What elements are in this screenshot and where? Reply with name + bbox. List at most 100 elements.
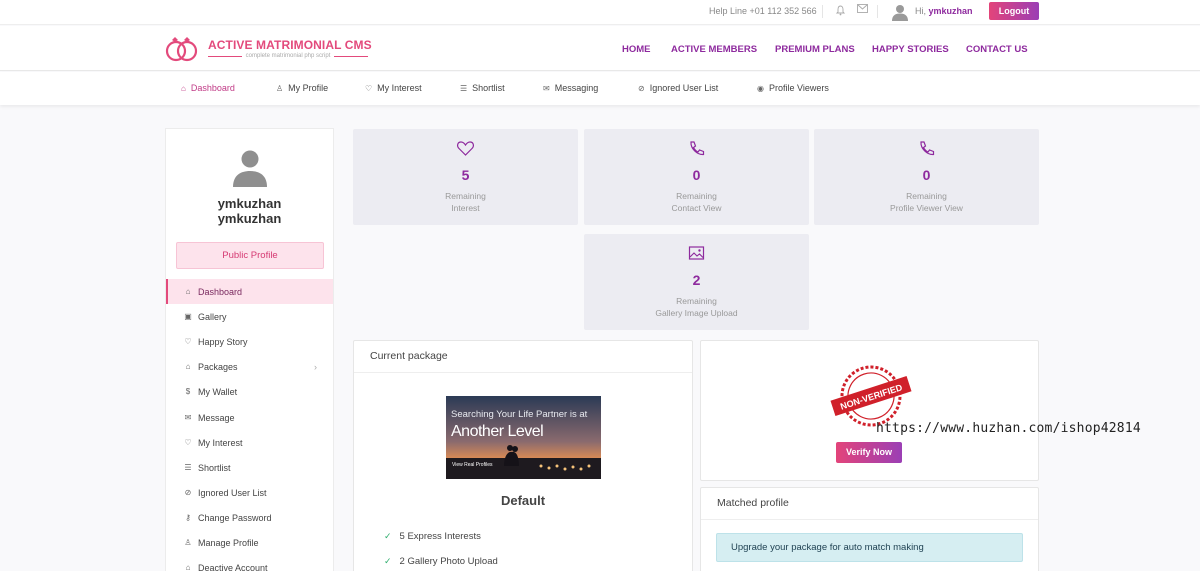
sidebar-item-packages[interactable]: ⌂ Packages ›	[166, 354, 333, 379]
brand-title[interactable]: ACTIVE MATRIMONIAL CMS	[208, 38, 372, 52]
ban-icon: ⊘	[184, 488, 192, 497]
dollar-icon: $	[185, 387, 191, 396]
panel-heading: Current package	[354, 341, 692, 373]
logout-button[interactable]: Logout	[989, 2, 1039, 20]
current-package-panel: Current package Searching Your Life Part…	[353, 340, 693, 571]
eye-icon: ◉	[757, 83, 764, 93]
stat-label: Interest	[451, 203, 480, 213]
site-header: ACTIVE MATRIMONIAL CMS complete matrimon…	[0, 26, 1200, 71]
helpline-text: Help Line +01 112 352 566	[709, 6, 817, 16]
mail-icon: ✉	[543, 83, 550, 93]
non-verified-stamp: NON-VERIFIED	[830, 365, 912, 427]
package-name: Default	[500, 493, 546, 508]
mail-icon: ✉	[184, 413, 192, 422]
sidebar: ymkuzhan ymkuzhan Public Profile ⌂ Dashbo…	[165, 128, 334, 571]
heart-icon: ♡	[365, 83, 373, 93]
stat-value: 2	[692, 272, 701, 288]
sidebar-item-ignored-user-list[interactable]: ⊘ Ignored User List	[166, 480, 333, 505]
package-banner-image: Searching Your Life Partner is at Anothe…	[446, 396, 601, 479]
top-bar: Help Line +01 112 352 566 Hi, ymkuzhan L…	[0, 0, 1200, 25]
nav-home[interactable]: HOME	[622, 44, 651, 55]
check-icon: ✓	[384, 556, 392, 566]
divider	[822, 5, 823, 18]
user-avatar-icon[interactable]	[891, 3, 909, 21]
sidebar-item-message[interactable]: ✉ Message	[166, 405, 333, 430]
ban-icon: ⊘	[638, 83, 645, 93]
brand-subtitle: complete matrimonial php script	[208, 53, 369, 59]
upgrade-alert: Upgrade your package for auto match maki…	[716, 533, 1023, 562]
sidebar-item-shortlist[interactable]: ☰ Shortlist	[166, 455, 333, 480]
banner-headline: Another Level	[451, 423, 544, 440]
nav-premium-plans[interactable]: PREMIUM PLANS	[775, 44, 855, 55]
list-icon: ☰	[184, 463, 192, 472]
sidebar-item-my-wallet[interactable]: $ My Wallet	[166, 379, 333, 404]
stat-label: Remaining	[445, 191, 486, 201]
matched-profile-panel: Matched profile Upgrade your package for…	[700, 487, 1039, 571]
rings-logo-icon[interactable]	[164, 36, 200, 62]
stat-card-interest: 5 Remaining Interest	[353, 129, 578, 225]
package-feature: ✓ 2 Gallery Photo Upload	[384, 556, 498, 567]
sidebar-item-change-password[interactable]: ⚷ Change Password	[166, 505, 333, 530]
stat-card-gallery-upload: 2 Remaining Gallery Image Upload	[584, 234, 809, 330]
profile-name-line2: ymkuzhan	[217, 211, 282, 226]
stat-label: Profile Viewer View	[890, 203, 963, 213]
user-icon: ♙	[276, 83, 284, 93]
sidebar-item-my-interest[interactable]: ♡ My Interest	[166, 430, 333, 455]
profile-avatar[interactable]	[232, 149, 268, 187]
stat-value: 5	[461, 167, 470, 183]
check-icon: ✓	[384, 531, 392, 541]
verify-now-button[interactable]: Verify Now	[836, 442, 902, 463]
sidebar-item-happy-story[interactable]: ♡ Happy Story	[166, 329, 333, 354]
phone-icon	[920, 141, 935, 156]
stat-label: Remaining	[906, 191, 947, 201]
stat-value: 0	[692, 167, 701, 183]
mail-icon[interactable]	[857, 4, 868, 16]
verification-panel: NON-VERIFIED Verify Now	[700, 340, 1039, 481]
stat-card-profile-viewer-view: 0 Remaining Profile Viewer View	[814, 129, 1039, 225]
home-icon: ⌂	[181, 83, 186, 93]
phone-icon	[690, 141, 705, 156]
subnav-dashboard[interactable]: ⌂ Dashboard	[181, 83, 235, 93]
image-icon: ▣	[184, 312, 192, 321]
watermark-text: https://www.huzhan.com/ishop42814	[876, 421, 1141, 436]
home-icon: ⌂	[185, 287, 191, 296]
heart-icon	[457, 141, 474, 156]
stat-card-contact-view: 0 Remaining Contact View	[584, 129, 809, 225]
greeting: Hi, ymkuzhan	[915, 6, 973, 16]
heart-icon: ♡	[184, 438, 192, 447]
list-icon: ☰	[460, 83, 468, 93]
banner-text: Searching Your Life Partner is at	[451, 409, 588, 420]
user-icon: ♙	[184, 538, 192, 547]
sidebar-item-gallery[interactable]: ▣ Gallery	[166, 304, 333, 329]
key-icon: ⚷	[185, 513, 191, 522]
subnav-my-interest[interactable]: ♡ My Interest	[365, 83, 422, 93]
subnav-ignored-user-list[interactable]: ⊘ Ignored User List	[638, 83, 718, 93]
subnav-my-profile[interactable]: ♙ My Profile	[276, 83, 328, 93]
banner-link: View Real Profiles	[452, 462, 493, 468]
lock-icon: ⌂	[185, 563, 191, 571]
nav-happy-stories[interactable]: HAPPY STORIES	[872, 44, 949, 55]
subnav-messaging[interactable]: ✉ Messaging	[543, 83, 598, 93]
panel-heading: Matched profile	[701, 488, 1038, 520]
hearts-icon: ♡	[184, 337, 192, 346]
subnav-shortlist[interactable]: ☰ Shortlist	[460, 83, 505, 93]
gallery-icon	[688, 246, 705, 260]
stat-label: Remaining	[676, 191, 717, 201]
sidebar-item-dashboard[interactable]: ⌂ Dashboard	[166, 279, 333, 304]
stat-label: Remaining	[676, 296, 717, 306]
public-profile-button[interactable]: Public Profile	[176, 242, 324, 269]
sidebar-item-deactive-account[interactable]: ⌂ Deactive Account	[166, 555, 333, 571]
dashboard-subnav: ⌂ Dashboard ♙ My Profile ♡ My Interest ☰ Sho…	[0, 72, 1200, 105]
nav-contact-us[interactable]: CONTACT US	[966, 44, 1028, 55]
package-icon: ⌂	[185, 362, 191, 371]
stat-label: Contact View	[671, 203, 722, 213]
username-link[interactable]: ymkuzhan	[929, 6, 973, 16]
sidebar-item-manage-profile[interactable]: ♙ Manage Profile	[166, 530, 333, 555]
subnav-profile-viewers[interactable]: ◉ Profile Viewers	[757, 83, 829, 93]
bell-icon[interactable]	[835, 5, 846, 19]
divider	[877, 5, 878, 18]
package-feature: ✓ 5 Express Interests	[384, 531, 481, 542]
nav-active-members[interactable]: ACTIVE MEMBERS	[671, 44, 757, 55]
profile-name-line1: ymkuzhan	[217, 196, 282, 211]
stat-value: 0	[922, 167, 931, 183]
